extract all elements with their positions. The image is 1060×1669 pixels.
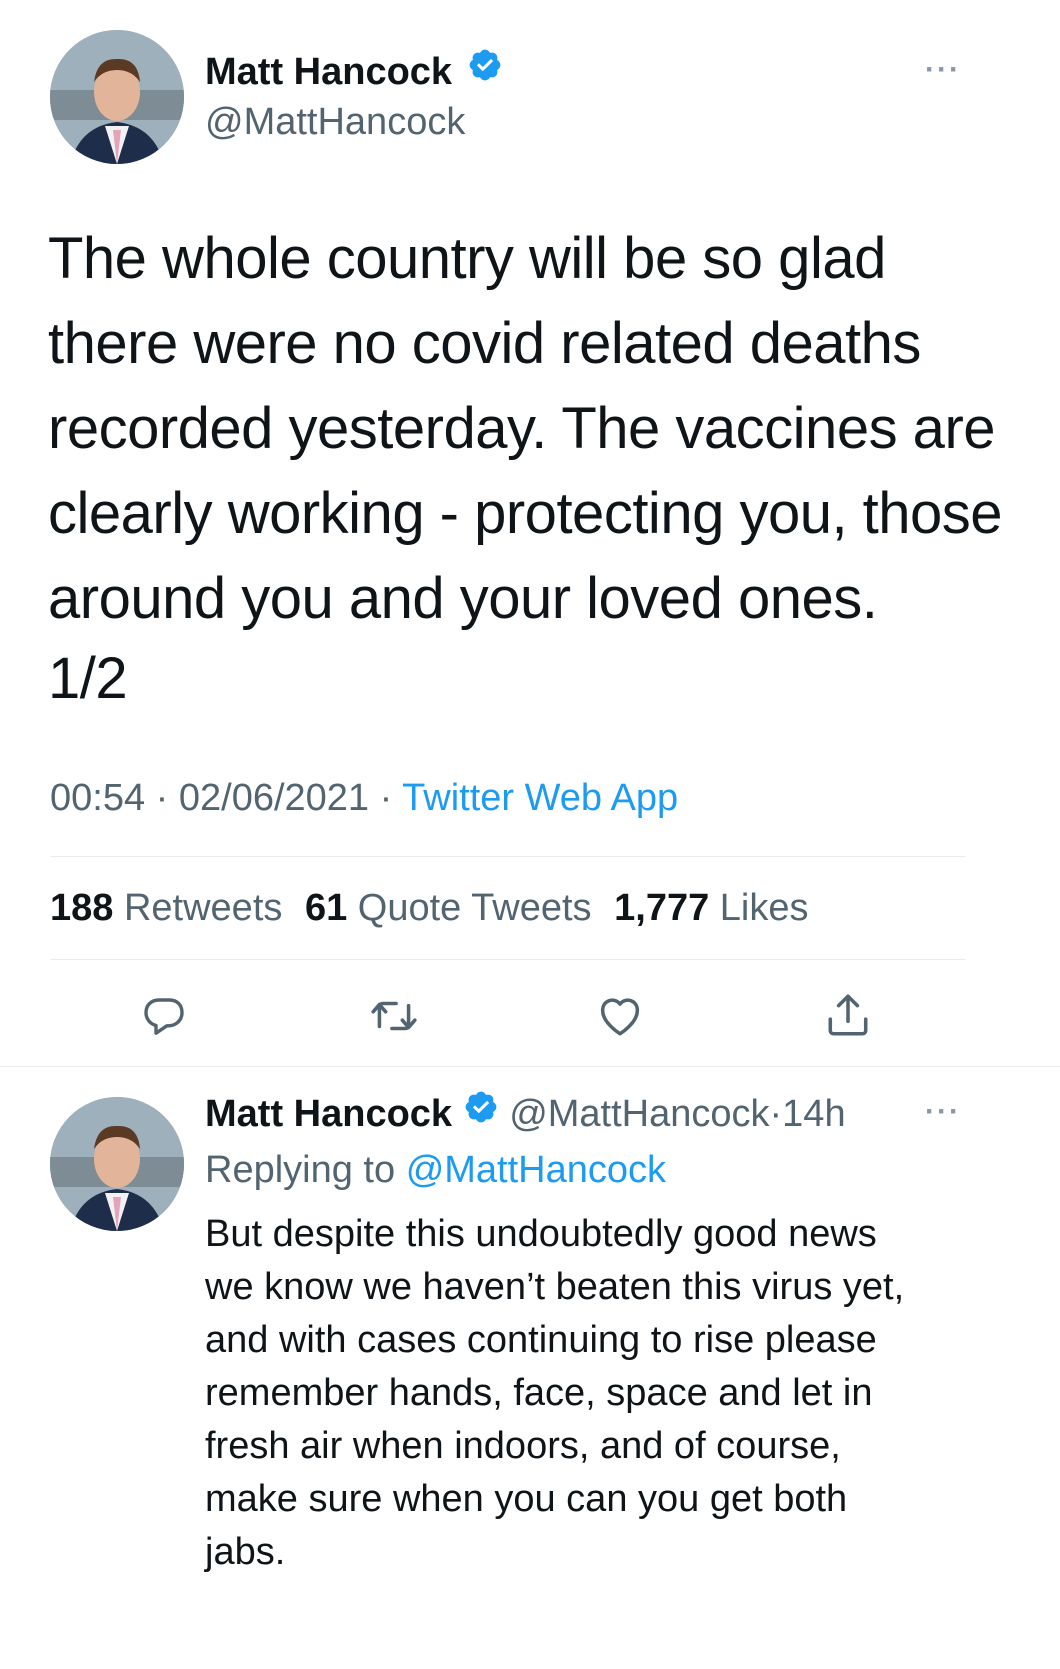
divider [0, 1066, 1060, 1067]
heart-icon [595, 991, 645, 1041]
reply-line: make sure when you can you get both [205, 1478, 848, 1520]
reply-more-options-icon[interactable]: ··· [925, 1094, 961, 1130]
tweet-time[interactable]: 00:54 [50, 777, 145, 819]
separator-dot: · [155, 777, 169, 819]
tweet-line: recorded yesterday. The vaccines are [48, 396, 996, 461]
retweet-button[interactable] [362, 988, 426, 1044]
reply-author-handle[interactable]: @MattHancock [509, 1093, 769, 1135]
retweets-stat[interactable]: 188 Retweets [50, 887, 293, 929]
likes-count: 1,777 [614, 887, 710, 929]
author-name[interactable]: Matt Hancock [205, 51, 452, 93]
reply-header: Matt Hancock @MattHancock·14h [205, 1090, 846, 1138]
retweets-count: 188 [50, 887, 114, 929]
retweets-label: Retweets [123, 887, 283, 929]
separator-dot: · [769, 1093, 783, 1135]
more-options-icon[interactable]: ··· [925, 52, 961, 88]
quotes-label: Quote Tweets [357, 887, 592, 929]
reply-age[interactable]: 14h [782, 1093, 845, 1135]
share-button[interactable] [818, 986, 878, 1044]
reply-author-name[interactable]: Matt Hancock [205, 1093, 452, 1135]
separator-dot: · [379, 777, 393, 819]
tweet-line: around you and your loved ones. [48, 566, 878, 631]
quotes-stat[interactable]: 61 Quote Tweets [305, 887, 602, 929]
like-button[interactable] [590, 988, 650, 1044]
tweet-line: there were no covid related deaths [48, 311, 921, 376]
reply-line: remember hands, face, space and let in [205, 1372, 873, 1414]
retweet-icon [369, 991, 419, 1041]
likes-label: Likes [719, 887, 809, 929]
tweet-date[interactable]: 02/06/2021 [179, 777, 369, 819]
divider [50, 856, 966, 857]
replying-to-row: Replying to @MattHancock [205, 1146, 666, 1194]
author-name-row[interactable]: Matt Hancock [205, 48, 503, 96]
verified-badge-icon [463, 1089, 499, 1137]
reply-line: fresh air when indoors, and of course, [205, 1425, 841, 1467]
tweet-line: The whole country will be so glad [48, 226, 886, 291]
replying-to-label: Replying to [205, 1149, 396, 1191]
reply-line: jabs. [205, 1531, 286, 1573]
likes-stat[interactable]: 1,777 Likes [614, 887, 808, 929]
tweet-stats-row: 188 Retweets 61 Quote Tweets 1,777 Likes [50, 884, 809, 932]
tweet-timestamp-row: 00:54 · 02/06/2021 · Twitter Web App [50, 774, 678, 822]
verified-badge-icon [467, 47, 503, 95]
author-handle[interactable]: @MattHancock [205, 98, 465, 146]
divider [50, 959, 966, 960]
replying-to-handle[interactable]: @MattHancock [406, 1149, 666, 1191]
author-avatar[interactable] [50, 30, 184, 164]
share-icon [823, 990, 873, 1040]
reply-author-avatar[interactable] [50, 1097, 184, 1231]
reply-body: But despite this undoubtedly good news w… [205, 1208, 1045, 1579]
reply-line: But despite this undoubtedly good news [205, 1213, 877, 1255]
tweet-source-link[interactable]: Twitter Web App [402, 777, 678, 819]
tweet-body: The whole country will be so glad there … [48, 216, 1028, 641]
reply-line: we know we haven’t beaten this virus yet… [205, 1266, 905, 1308]
reply-icon [140, 992, 188, 1040]
thread-marker: 1/2 [48, 646, 128, 711]
quotes-count: 61 [304, 887, 348, 929]
tweet-line: clearly working - protecting you, those [48, 481, 1003, 546]
reply-button[interactable] [134, 988, 194, 1044]
reply-line: and with cases continuing to rise please [205, 1319, 877, 1361]
